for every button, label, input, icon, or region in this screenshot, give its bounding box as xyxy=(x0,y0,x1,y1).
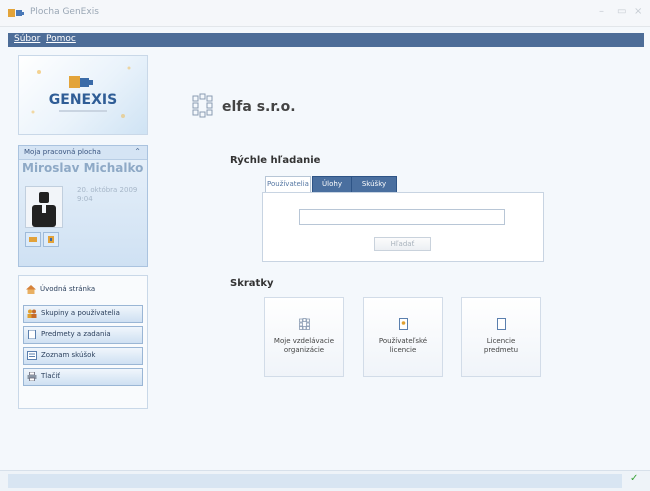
app-icon xyxy=(8,9,24,17)
status-bar: ✓ xyxy=(0,470,650,491)
search-panel: Hľadať xyxy=(262,192,544,262)
sidebar: GENEXIS Moja pracovná plocha ⌃ Miroslav … xyxy=(8,47,164,467)
application-window: Plocha GenExis – ▭ × Súbor Pomoc GENEXIS xyxy=(0,0,650,491)
nav-item-label: Predmety a zadania xyxy=(41,330,111,338)
avatar xyxy=(25,186,63,228)
window-title: Plocha GenExis xyxy=(30,7,99,17)
edit-icon xyxy=(29,237,37,242)
menu-item-help[interactable]: Pomoc xyxy=(46,34,76,44)
login-time-value: 9:04 xyxy=(77,195,93,203)
checkmark-icon: ✓ xyxy=(630,473,639,484)
list-icon xyxy=(27,351,37,360)
genexis-logo: GENEXIS xyxy=(18,55,148,135)
shortcut-tile-user-licenses[interactable]: Používateľské licencie xyxy=(363,297,443,377)
tab-exams[interactable]: Skúšky xyxy=(351,176,397,193)
maximize-icon[interactable]: ▭ xyxy=(617,6,626,17)
quick-search-title: Rýchle hľadanie xyxy=(230,155,321,166)
nav-item-label: Úvodná stránka xyxy=(40,285,96,293)
profile-panel: Moja pracovná plocha ⌃ Miroslav Michalko… xyxy=(18,145,148,267)
settings-icon xyxy=(48,236,54,243)
nav-item-print[interactable]: Tlačiť xyxy=(23,368,143,386)
search-button[interactable]: Hľadať xyxy=(374,237,431,251)
users-icon xyxy=(27,309,37,318)
user-name: Miroslav Michalko xyxy=(22,161,144,175)
genexis-logo-graphic: GENEXIS xyxy=(31,66,131,118)
status-area xyxy=(8,474,622,488)
login-date-value: 20. októbra 2009 xyxy=(77,186,138,194)
home-icon xyxy=(26,285,36,294)
search-input[interactable] xyxy=(299,209,505,225)
shortcut-tile-subject-licenses[interactable]: Licencie predmetu xyxy=(461,297,541,377)
profile-header: Moja pracovná plocha ⌃ xyxy=(19,146,147,160)
document-icon xyxy=(497,318,506,330)
document-icon xyxy=(28,330,36,339)
nav-item-groups-users[interactable]: Skupiny a používatelia xyxy=(23,305,143,323)
tab-tasks[interactable]: Úlohy xyxy=(312,176,352,193)
profile-header-label: Moja pracovná plocha xyxy=(24,148,101,156)
nav-item-label: Skupiny a používatelia xyxy=(41,309,120,317)
logo-text: GENEXIS xyxy=(49,92,117,108)
nav-item-exam-list[interactable]: Zoznam skúšok xyxy=(23,347,143,365)
login-date: 20. októbra 2009 9:04 xyxy=(77,186,147,204)
nav-item-label: Zoznam skúšok xyxy=(41,351,96,359)
minimize-icon[interactable]: – xyxy=(599,6,604,17)
title-bar: Plocha GenExis – ▭ × xyxy=(0,0,650,27)
shortcut-tile-organizations[interactable]: Moje vzdelávacie organizácie xyxy=(264,297,344,377)
license-icon xyxy=(399,318,408,330)
user-silhouette-icon xyxy=(32,192,56,227)
menu-item-file[interactable]: Súbor xyxy=(14,34,40,44)
profile-settings-button[interactable] xyxy=(43,232,59,247)
menu-bar: Súbor Pomoc xyxy=(8,33,644,47)
navigation-panel: Úvodná stránka Skupiny a používatelia Pr… xyxy=(18,275,148,409)
main-content: elfa s.r.o. Rýchle hľadanie Používatelia… xyxy=(164,47,644,467)
organization-name: elfa s.r.o. xyxy=(222,99,296,115)
tab-users[interactable]: Používatelia xyxy=(265,176,311,192)
organization-icon xyxy=(299,318,310,330)
nav-item-subjects-tasks[interactable]: Predmety a zadania xyxy=(23,326,143,344)
shortcut-tile-label: Používateľské licencie xyxy=(378,337,428,354)
shortcuts-title: Skratky xyxy=(230,278,274,289)
collapse-icon[interactable]: ⌃ xyxy=(134,147,141,156)
close-icon[interactable]: × xyxy=(634,6,642,17)
profile-edit-button[interactable] xyxy=(25,232,41,247)
nav-item-label: Tlačiť xyxy=(41,372,61,380)
shortcut-tile-label: Moje vzdelávacie organizácie xyxy=(273,337,335,354)
nav-item-home[interactable]: Úvodná stránka xyxy=(23,282,141,298)
organization-logo-icon xyxy=(192,93,213,118)
printer-icon xyxy=(27,372,37,381)
shortcut-tile-label: Licencie predmetu xyxy=(483,337,519,354)
